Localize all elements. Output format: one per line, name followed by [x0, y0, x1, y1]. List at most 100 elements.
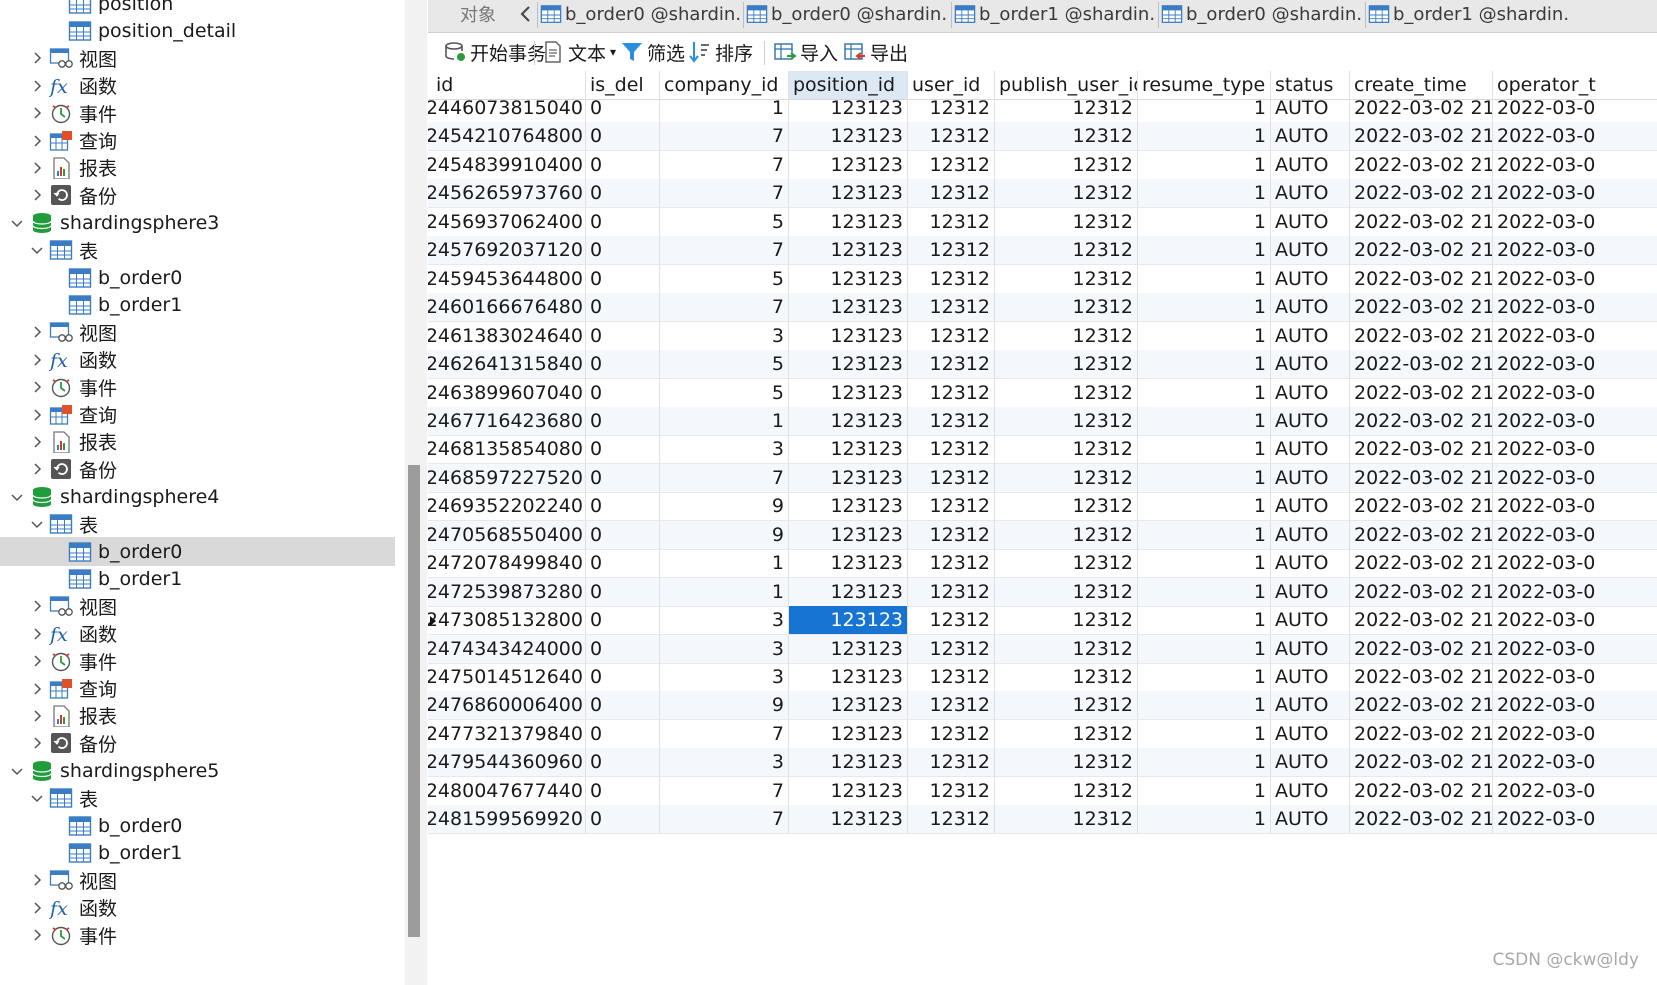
chevron-down-icon[interactable]: [9, 489, 25, 505]
chevron-down-icon[interactable]: [29, 790, 45, 806]
cell-operator-t[interactable]: 2022-03-0: [1493, 577, 1657, 607]
tree-item-backups[interactable]: 备份: [0, 181, 395, 210]
cell-position-id[interactable]: 123123: [789, 492, 908, 522]
cell-id[interactable]: 72474343424000: [428, 634, 586, 664]
cell-status[interactable]: AUTO: [1271, 378, 1350, 408]
tree-item-queries[interactable]: 查询: [0, 400, 395, 429]
cell-is-del[interactable]: 0: [586, 321, 660, 351]
cell-id[interactable]: 72477321379840: [428, 719, 586, 749]
cell-status[interactable]: AUTO: [1271, 776, 1350, 806]
cell-position-id[interactable]: 123123: [789, 463, 908, 493]
cell-create-time[interactable]: 2022-03-02 21:4: [1350, 691, 1493, 721]
cell-resume-type[interactable]: 1: [1138, 236, 1271, 266]
tree-item-views[interactable]: 视图: [0, 592, 395, 621]
tab-b-order0[interactable]: b_order0 @shardin...: [1161, 0, 1361, 28]
cell-publish-user-id[interactable]: 12312: [995, 719, 1138, 749]
cell-id[interactable]: 72470568550400: [428, 520, 586, 550]
cell-status[interactable]: AUTO: [1271, 520, 1350, 550]
cell-operator-t[interactable]: 2022-03-0: [1493, 322, 1657, 351]
cell-publish-user-id[interactable]: 12312: [995, 776, 1138, 806]
cell-resume-type[interactable]: 1: [1138, 350, 1271, 380]
cell-user-id[interactable]: 12312: [908, 748, 995, 778]
cell-status[interactable]: AUTO: [1271, 805, 1350, 835]
cell-position-id[interactable]: 123123: [789, 150, 908, 180]
tree-item-views[interactable]: 视图: [0, 866, 395, 895]
cell-is-del[interactable]: 0: [586, 520, 660, 550]
cell-is-del[interactable]: 0: [586, 634, 660, 664]
cell-user-id[interactable]: 12312: [908, 492, 995, 522]
cell-status[interactable]: AUTO: [1271, 207, 1350, 237]
cell-user-id[interactable]: 12312: [908, 321, 995, 351]
cell-is-del[interactable]: 0: [586, 606, 660, 636]
chevron-right-icon[interactable]: [29, 379, 45, 395]
cell-user-id[interactable]: 12312: [908, 122, 995, 152]
tree-item-functions[interactable]: fx 函数: [0, 345, 395, 374]
cell-position-id[interactable]: 123123: [789, 435, 908, 465]
cell-company-id[interactable]: 5: [660, 378, 789, 408]
cell-publish-user-id[interactable]: 12312: [995, 520, 1138, 550]
cell-resume-type[interactable]: 1: [1138, 805, 1271, 835]
cell-user-id[interactable]: 12312: [908, 463, 995, 493]
cell-create-time[interactable]: 2022-03-02 21:4: [1350, 207, 1493, 237]
cell-status[interactable]: AUTO: [1271, 691, 1350, 721]
cell-user-id[interactable]: 12312: [908, 207, 995, 237]
cell-operator-t[interactable]: 2022-03-0: [1493, 492, 1657, 522]
tree-item-functions[interactable]: fx 函数: [0, 619, 395, 648]
cell-status[interactable]: AUTO: [1271, 94, 1350, 123]
tab-objects[interactable]: 对象: [448, 0, 508, 28]
cell-operator-t[interactable]: 2022-03-0: [1493, 634, 1657, 664]
tree-item-events[interactable]: 事件: [0, 373, 395, 402]
cell-operator-t[interactable]: 2022-03-0: [1493, 663, 1657, 692]
cell-user-id[interactable]: 12312: [908, 350, 995, 380]
cell-position-id[interactable]: 123123: [789, 264, 908, 294]
cell-id[interactable]: 72476860006400: [428, 691, 586, 721]
cell-id[interactable]: 72472539873280: [428, 577, 586, 607]
cell-position-id[interactable]: 123123: [789, 606, 908, 636]
cell-id[interactable]: 72469352202240: [428, 492, 586, 522]
cell-publish-user-id[interactable]: 12312: [995, 691, 1138, 721]
cell-publish-user-id[interactable]: 12312: [995, 207, 1138, 237]
cell-create-time[interactable]: 2022-03-02 21:4: [1350, 236, 1493, 266]
cell-resume-type[interactable]: 1: [1138, 776, 1271, 806]
tree-item-reports[interactable]: 报表: [0, 153, 395, 182]
cell-company-id[interactable]: 5: [660, 350, 789, 380]
cell-resume-type[interactable]: 1: [1138, 748, 1271, 778]
cell-status[interactable]: AUTO: [1271, 406, 1350, 436]
tree-item-position-detail[interactable]: position_detail: [0, 16, 395, 45]
cell-id[interactable]: 72472078499840: [428, 549, 586, 579]
chevron-right-icon[interactable]: [29, 872, 45, 888]
cell-is-del[interactable]: 0: [586, 406, 660, 436]
cell-is-del[interactable]: 0: [586, 179, 660, 209]
chevron-right-icon[interactable]: [29, 352, 45, 368]
cell-id[interactable]: 72468597227520: [428, 463, 586, 493]
cell-resume-type[interactable]: 1: [1138, 549, 1271, 579]
text-button[interactable]: 文本 ▾: [541, 39, 616, 65]
cell-operator-t[interactable]: 2022-03-0: [1493, 94, 1657, 123]
cell-company-id[interactable]: 3: [660, 606, 789, 636]
cell-operator-t[interactable]: 2022-03-0: [1493, 151, 1657, 180]
cell-create-time[interactable]: 2022-03-02 21:4: [1350, 805, 1493, 835]
cell-status[interactable]: AUTO: [1271, 150, 1350, 180]
cell-publish-user-id[interactable]: 12312: [995, 435, 1138, 465]
cell-company-id[interactable]: 1: [660, 94, 789, 123]
cell-position-id[interactable]: 123123: [789, 691, 908, 721]
cell-operator-t[interactable]: 2022-03-0: [1493, 379, 1657, 408]
cell-create-time[interactable]: 2022-03-02 21:4: [1350, 150, 1493, 180]
cell-resume-type[interactable]: 1: [1138, 378, 1271, 408]
cell-resume-type[interactable]: 1: [1138, 293, 1271, 323]
cell-operator-t[interactable]: 2022-03-0: [1493, 406, 1657, 436]
tree-item-events[interactable]: 事件: [0, 647, 395, 676]
cell-company-id[interactable]: 7: [660, 236, 789, 266]
cell-status[interactable]: AUTO: [1271, 719, 1350, 749]
cell-create-time[interactable]: 2022-03-02 21:4: [1350, 321, 1493, 351]
cell-company-id[interactable]: 3: [660, 321, 789, 351]
cell-create-time[interactable]: 2022-03-02 21:4: [1350, 719, 1493, 749]
cell-position-id[interactable]: 123123: [789, 378, 908, 408]
cell-id[interactable]: 72456937062400: [428, 207, 586, 237]
cell-is-del[interactable]: 0: [586, 463, 660, 493]
cell-publish-user-id[interactable]: 12312: [995, 492, 1138, 522]
cell-publish-user-id[interactable]: 12312: [995, 264, 1138, 294]
cell-publish-user-id[interactable]: 12312: [995, 378, 1138, 408]
cell-user-id[interactable]: 12312: [908, 378, 995, 408]
cell-is-del[interactable]: 0: [586, 577, 660, 607]
